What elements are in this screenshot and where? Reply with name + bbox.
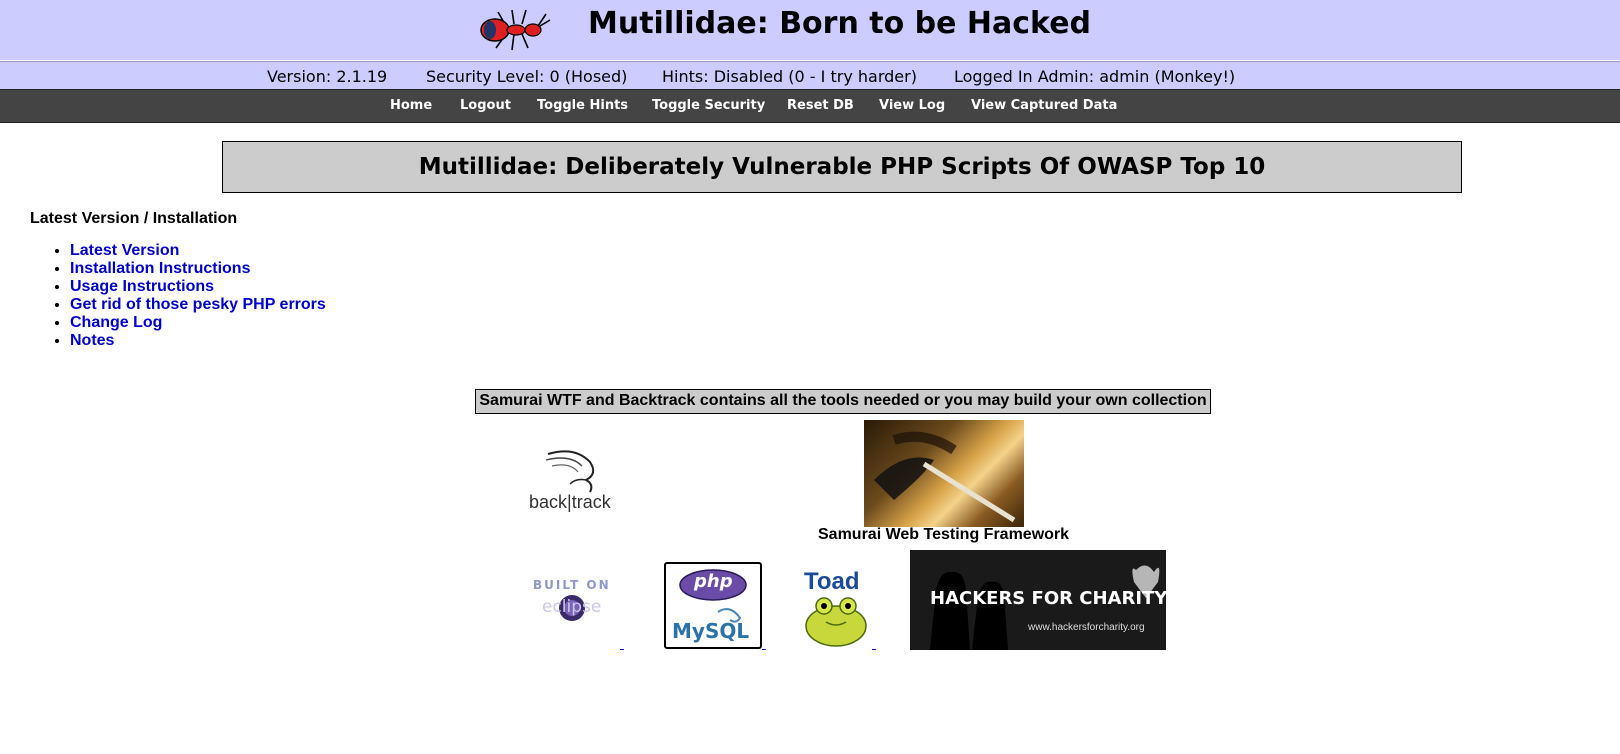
hfc-label: HACKERS FOR CHARITY (930, 588, 1166, 609)
hackers-for-charity-link[interactable]: HACKERS FOR CHARITY www.hackersforcharit… (910, 550, 1166, 650)
list-item: Usage Instructions (70, 278, 326, 296)
list-item: Get rid of those pesky PHP errors (70, 296, 326, 314)
nav-bar: Home Logout Toggle Hints Toggle Security… (0, 89, 1620, 123)
link-change-log[interactable]: Change Log (70, 314, 162, 331)
nav-toggle-security[interactable]: Toggle Security (652, 98, 765, 113)
link-installation-instructions[interactable]: Installation Instructions (70, 260, 250, 277)
mysql-label: MySQL (672, 619, 750, 643)
list-item: Change Log (70, 314, 326, 332)
toad-logo-link[interactable]: Toad (796, 568, 880, 650)
hfc-url: www.hackersforcharity.org (1028, 622, 1145, 633)
php-mysql-logo-link[interactable]: php MySQL (664, 562, 762, 649)
site-title: Mutillidae: Born to be Hacked (588, 6, 1092, 41)
php-link-underline[interactable] (762, 637, 766, 651)
link-latest-version[interactable]: Latest Version (70, 242, 179, 259)
header-bar: Mutillidae: Born to be Hacked (0, 0, 1620, 60)
toad-link-underline[interactable] (872, 637, 876, 651)
tools-banner-text: Samurai WTF and Backtrack contains all t… (479, 392, 1207, 409)
nav-toggle-hints[interactable]: Toggle Hints (537, 98, 628, 113)
list-item: Notes (70, 332, 326, 350)
eclipse-logo-link[interactable]: BUILT ON eclipse (528, 572, 618, 628)
toad-frog-icon (805, 597, 867, 647)
link-notes[interactable]: Notes (70, 332, 114, 349)
php-label: php (694, 571, 733, 592)
installation-link-list: Latest Version Installation Instructions… (50, 242, 326, 350)
backtrack-logo-link[interactable]: back|track (520, 440, 630, 520)
page-title-banner: Mutillidae: Deliberately Vulnerable PHP … (222, 141, 1462, 193)
security-level-text: Security Level: 0 (Hosed) (426, 67, 628, 86)
link-usage-instructions[interactable]: Usage Instructions (70, 278, 214, 295)
nav-view-log[interactable]: View Log (879, 98, 945, 113)
list-item: Latest Version (70, 242, 326, 260)
logged-in-user-text: Logged In Admin: admin (Monkey!) (954, 67, 1236, 86)
backtrack-label: back|track (529, 492, 611, 512)
nav-home[interactable]: Home (390, 98, 432, 113)
eclipse-link-underline[interactable] (620, 637, 624, 651)
eclipse-label: eclipse (542, 597, 602, 617)
list-item: Installation Instructions (70, 260, 326, 278)
samurai-image-link[interactable] (864, 420, 1024, 527)
version-text: Version: 2.1.19 (267, 67, 388, 86)
tools-banner: Samurai WTF and Backtrack contains all t… (475, 389, 1211, 414)
page-title: Mutillidae: Deliberately Vulnerable PHP … (418, 154, 1266, 180)
samurai-sword-icon (874, 431, 1016, 523)
nav-reset-db[interactable]: Reset DB (787, 98, 854, 113)
hints-status-text: Hints: Disabled (0 - I try harder) (662, 67, 917, 86)
section-heading: Latest Version / Installation (30, 210, 238, 227)
nav-logout[interactable]: Logout (460, 98, 511, 113)
status-bar: Version: 2.1.19 Security Level: 0 (Hosed… (0, 61, 1620, 90)
samurai-caption: Samurai Web Testing Framework (818, 526, 1070, 543)
link-php-errors[interactable]: Get rid of those pesky PHP errors (70, 296, 326, 313)
ant-icon (480, 9, 551, 51)
nav-view-captured-data[interactable]: View Captured Data (971, 98, 1117, 113)
